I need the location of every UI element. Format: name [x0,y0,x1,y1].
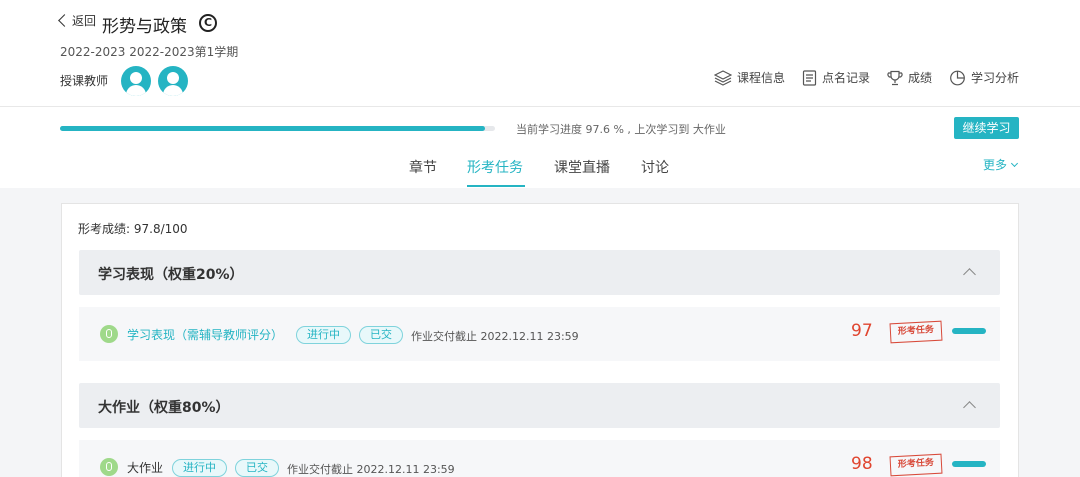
tab-chapters[interactable]: 章节 [409,157,437,177]
progress-text: 当前学习进度 97.6 % , 上次学习到 大作业 [516,123,726,136]
learning-analysis-button[interactable]: 学习分析 [949,69,1019,86]
deadline-text: 作业交付截止 2022.12.11 23:59 [411,330,579,343]
assessment-stamp: 形考任务 [889,320,943,344]
status-badge: 进行中 [172,459,227,477]
copyright-icon: C [199,14,217,32]
chevron-left-icon [58,14,71,27]
task-progress-bar [952,461,986,467]
microphone-icon [100,325,118,343]
back-button[interactable]: 返回 [58,12,97,29]
term-label: 2022-2023 2022-2023第1学期 [60,45,239,59]
progress-bar [60,126,495,131]
microphone-icon [100,458,118,476]
chevron-down-icon [1010,159,1019,167]
header-divider [0,106,1080,107]
continue-learning-button[interactable]: 继续学习 [954,117,1019,139]
section-header[interactable]: 大作业（权重80%） [79,383,1000,428]
attendance-record-label: 点名记录 [822,71,871,85]
course-info-label: 课程信息 [737,71,786,85]
course-title: 形势与政策 [102,17,187,37]
chevron-up-icon[interactable] [963,401,976,414]
back-label: 返回 [72,14,97,28]
task-name-link[interactable]: 学习表现（需辅导教师评分） [127,326,283,343]
pie-chart-icon [950,70,965,85]
teacher-label: 授课教师 [60,74,109,88]
assessment-stamp: 形考任务 [889,453,943,477]
active-tab-indicator [467,185,525,187]
tab-discussion[interactable]: 讨论 [641,157,669,177]
task-name-link[interactable]: 大作业 [127,459,163,476]
trophy-icon [887,70,903,85]
tab-live-classroom[interactable]: 课堂直播 [554,157,610,177]
tab-assessment-tasks[interactable]: 形考任务 [467,157,523,177]
more-label: 更多 [983,158,1008,172]
grades-label: 成绩 [908,71,933,85]
section-title: 大作业（权重80%） [98,400,230,416]
grades-button[interactable]: 成绩 [887,69,932,86]
top-panel: 返回 形势与政策 C 2022-2023 2022-2023第1学期 授课教师 … [0,0,1080,188]
task-score: 97 [851,321,873,341]
task-progress-bar [952,328,986,334]
attendance-record-button[interactable]: 点名记录 [802,69,870,86]
document-icon [802,69,817,86]
task-score: 98 [851,454,873,474]
status-badge: 进行中 [296,326,351,344]
layers-icon [714,69,732,86]
section-header[interactable]: 学习表现（权重20%） [79,250,1000,295]
submitted-badge: 已交 [235,459,279,477]
task-row[interactable]: 学习表现（需辅导教师评分） 进行中 已交 作业交付截止 2022.12.11 2… [79,307,1000,361]
learning-analysis-label: 学习分析 [971,71,1020,85]
chevron-up-icon[interactable] [963,268,976,281]
more-dropdown[interactable]: 更多 [983,156,1019,173]
assessment-score-total: 形考成绩: 97.8/100 [78,222,188,236]
course-info-button[interactable]: 课程信息 [714,69,785,86]
deadline-text: 作业交付截止 2022.12.11 23:59 [287,463,455,476]
section-title: 学习表现（权重20%） [98,267,244,283]
task-row[interactable]: 大作业 进行中 已交 作业交付截止 2022.12.11 23:59 98 形考… [79,440,1000,477]
progress-fill [60,126,485,131]
teacher-avatar-icon[interactable] [158,66,188,96]
teacher-avatar-icon[interactable] [121,66,151,96]
submitted-badge: 已交 [359,326,403,344]
